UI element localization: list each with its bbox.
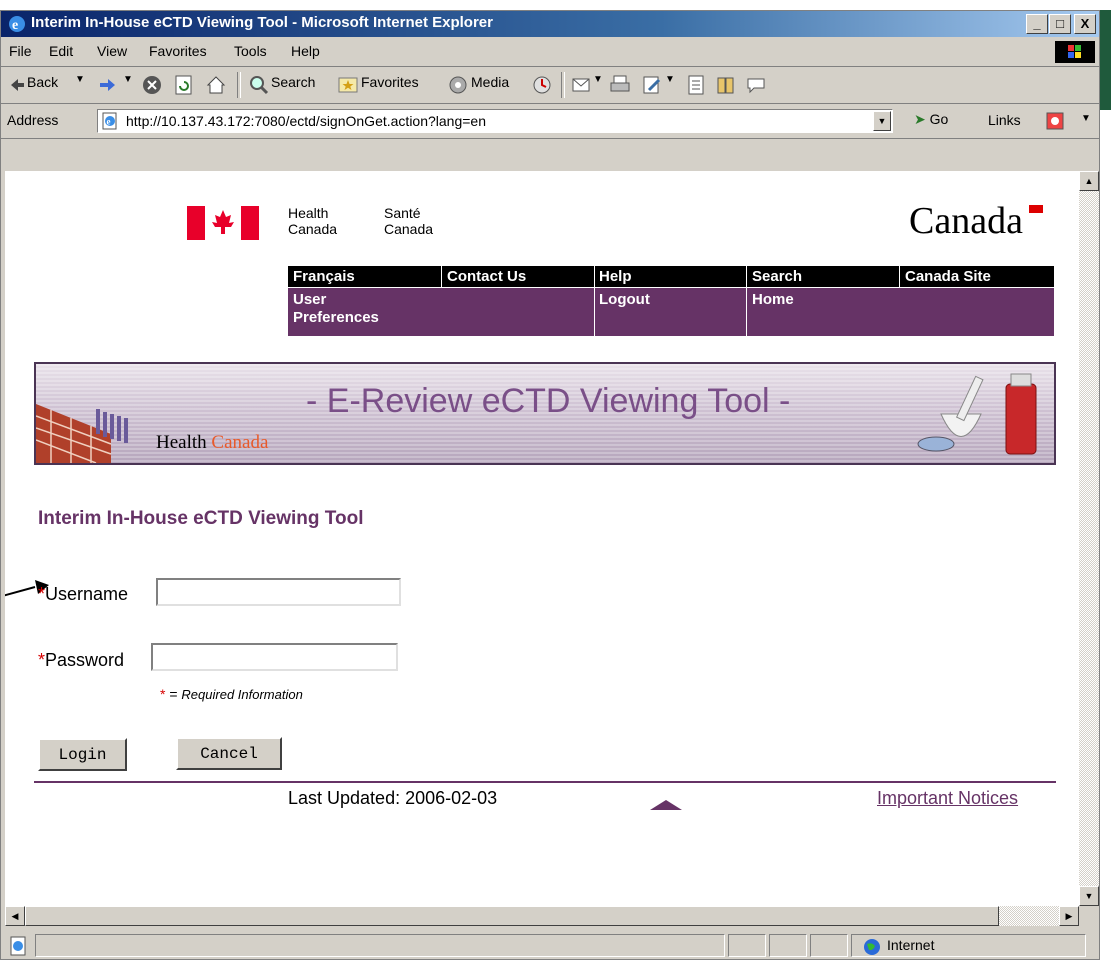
history-icon[interactable] (531, 74, 553, 96)
application-banner: - E-Review eCTD Viewing Tool - Health Ca… (34, 362, 1056, 465)
mail-icon[interactable] (571, 74, 593, 96)
banner-brand: Health Canada (156, 432, 269, 453)
windows-logo-icon (1055, 41, 1095, 63)
toolbar-separator (561, 72, 565, 98)
menu-tools[interactable]: Tools (234, 43, 267, 59)
research-icon[interactable] (715, 74, 737, 96)
back-button[interactable]: Back (27, 74, 58, 90)
address-label: Address (7, 112, 59, 128)
messenger-icon[interactable] (745, 74, 767, 96)
login-button[interactable]: Login (38, 738, 127, 771)
favorites-button[interactable]: Favorites (361, 74, 419, 90)
nav-contact-us[interactable]: Contact Us (447, 268, 526, 286)
footer-divider (34, 781, 1056, 783)
mail-dropdown-icon[interactable]: ▼ (593, 74, 603, 85)
search-button[interactable]: Search (271, 74, 315, 90)
scroll-left-icon[interactable]: ◀ (5, 906, 25, 926)
mortar-pestle-graphic (917, 373, 1037, 455)
brick-wall-graphic (36, 404, 128, 463)
links-chevron-icon[interactable]: ▼ (1081, 113, 1091, 124)
maximize-button[interactable]: □ (1049, 14, 1071, 34)
go-arrow-icon: ➤ (914, 111, 926, 127)
page-status-icon (10, 936, 26, 956)
nav-canada-site[interactable]: Canada Site (905, 268, 991, 286)
nav-search[interactable]: Search (752, 268, 802, 286)
svg-text:e: e (12, 18, 18, 33)
scroll-down-icon[interactable]: ▼ (1079, 886, 1099, 906)
menu-edit[interactable]: Edit (49, 43, 73, 59)
password-input[interactable] (151, 643, 398, 671)
internet-explorer-icon: e (9, 16, 25, 33)
zone-label: Internet (887, 937, 935, 953)
page-icon: e (102, 112, 117, 130)
back-to-top-icon[interactable] (650, 800, 682, 810)
toolbar-separator (237, 72, 241, 98)
window-title: Interim In-House eCTD Viewing Tool - Mic… (31, 14, 493, 31)
status-message (35, 934, 725, 957)
stop-icon[interactable] (141, 74, 163, 96)
refresh-icon[interactable] (173, 74, 195, 96)
media-button[interactable]: Media (471, 74, 509, 90)
vertical-scrollbar[interactable]: ▲ ▼ (1079, 171, 1099, 906)
nav-francais[interactable]: Français (293, 268, 355, 286)
edit-icon[interactable] (641, 74, 663, 96)
discuss-icon[interactable] (685, 74, 707, 96)
edit-dropdown-icon[interactable]: ▼ (665, 74, 675, 85)
print-icon[interactable] (609, 74, 631, 96)
minimize-button[interactable]: _ (1026, 14, 1048, 34)
cancel-button[interactable]: Cancel (176, 737, 282, 770)
important-notices-link[interactable]: Important Notices (877, 788, 1018, 809)
username-label: *Username (38, 584, 129, 604)
banner-title: - E-Review eCTD Viewing Tool - (306, 382, 791, 420)
page-title: Interim In-House eCTD Viewing Tool (38, 508, 364, 529)
address-url[interactable]: http://10.137.43.172:7080/ectd/signOnGet… (126, 113, 486, 129)
forward-arrow-icon[interactable] (97, 74, 117, 96)
last-updated: Last Updated: 2006-02-03 (288, 788, 498, 808)
health-canada-en: Health Canada (288, 205, 338, 237)
globe-icon (864, 939, 880, 955)
close-button[interactable]: X (1074, 14, 1096, 34)
toolbar-extension-icon[interactable] (1045, 111, 1067, 131)
address-input[interactable]: e http://10.137.43.172:7080/ectd/signOnG… (97, 109, 893, 133)
wordmark-flag-icon (1029, 205, 1043, 213)
nav-user-preferences[interactable]: User Preferences (293, 291, 379, 327)
address-bar: Address e http://10.137.43.172:7080/ectd… (1, 104, 1099, 139)
scroll-up-icon[interactable]: ▲ (1079, 171, 1099, 191)
back-arrow-icon[interactable] (9, 74, 25, 96)
address-dropdown-icon[interactable]: ▼ (873, 111, 891, 131)
menu-favorites[interactable]: Favorites (149, 43, 207, 59)
menu-help[interactable]: Help (291, 43, 320, 59)
username-input[interactable] (156, 578, 401, 606)
toolbar: Back ▼ ▼ Search Favorites Media ▼ ▼ (1, 67, 1099, 104)
password-label: *Password (38, 650, 125, 670)
links-button[interactable]: Links (988, 112, 1021, 128)
forward-dropdown-icon[interactable]: ▼ (123, 74, 133, 85)
canada-flag-icon (187, 206, 259, 240)
go-button[interactable]: ➤ Go (914, 111, 948, 128)
search-icon[interactable] (248, 74, 270, 96)
horizontal-scroll-thumb[interactable] (25, 906, 999, 926)
nav-home[interactable]: Home (752, 291, 794, 309)
favorites-icon[interactable] (337, 74, 359, 96)
page-content: Health Canada Santé Canada Canada Français… (5, 171, 1079, 906)
menu-bar: File Edit View Favorites Tools Help (1, 38, 1099, 67)
browser-window: e Interim In-House eCTD Viewing Tool - M… (0, 10, 1100, 960)
nav-help[interactable]: Help (599, 268, 632, 286)
required-info-note: * = Required Information (160, 686, 303, 702)
media-icon[interactable] (447, 74, 469, 96)
scroll-right-icon[interactable]: ▶ (1059, 906, 1079, 926)
home-icon[interactable] (205, 74, 227, 96)
menu-view[interactable]: View (97, 43, 127, 59)
menu-file[interactable]: File (9, 43, 32, 59)
back-dropdown-icon[interactable]: ▼ (75, 74, 85, 85)
title-bar: e Interim In-House eCTD Viewing Tool - M… (1, 11, 1099, 37)
status-bar: Internet (1, 931, 1099, 959)
horizontal-scrollbar[interactable]: ◀ ▶ (5, 906, 1079, 926)
canada-wordmark: Canada (909, 199, 1043, 243)
nav-bar-top: Français Contact Us Help Search Canada S… (288, 266, 1054, 287)
nav-bar-bottom: User Preferences Logout Home (288, 288, 1054, 336)
sante-canada-fr: Santé Canada (384, 205, 434, 237)
nav-logout[interactable]: Logout (599, 291, 650, 309)
svg-text:e: e (107, 117, 111, 127)
